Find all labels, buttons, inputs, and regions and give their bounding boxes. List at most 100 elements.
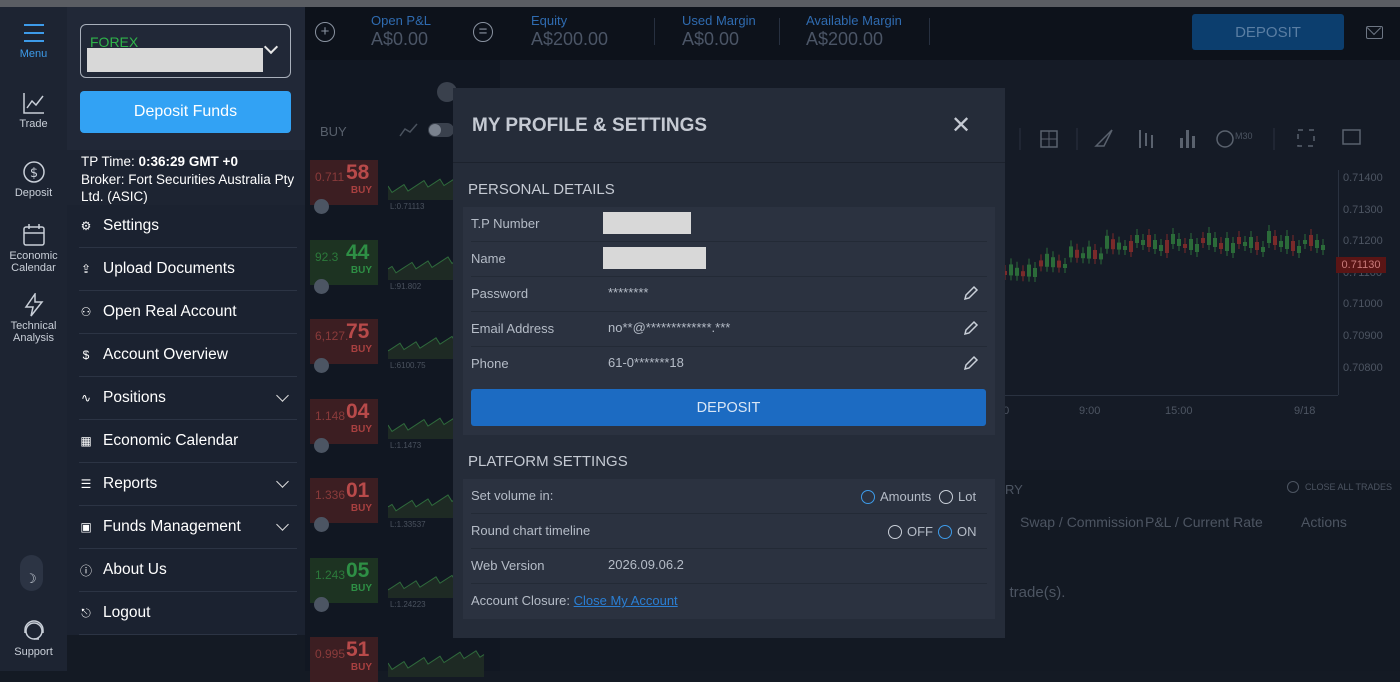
close-account-link[interactable]: Close My Account bbox=[574, 593, 678, 608]
email-value: no**@*************.*** bbox=[608, 320, 731, 335]
edit-pencil-icon[interactable] bbox=[963, 320, 979, 336]
setting-label: Web Version bbox=[471, 558, 545, 573]
menu-item-label: Open Real Account bbox=[103, 303, 237, 320]
radio-lot[interactable]: Lot bbox=[939, 489, 976, 504]
candle-body bbox=[1195, 244, 1199, 252]
menu-item-upload-documents[interactable]: ⇪ Upload Documents bbox=[79, 248, 297, 291]
candle-body bbox=[1117, 242, 1121, 250]
quote-side: BUY bbox=[350, 662, 372, 673]
candle-body bbox=[1231, 243, 1235, 253]
radio-label: Lot bbox=[958, 489, 977, 504]
radio-on[interactable]: ON bbox=[938, 524, 977, 539]
close-all-label: CLOSE ALL TRADES bbox=[1305, 482, 1393, 492]
quote-side: BUY bbox=[350, 423, 372, 435]
quote-buy-button[interactable]: 0.995 51 BUY bbox=[310, 637, 378, 682]
quote-side: BUY bbox=[350, 582, 372, 594]
candle-body bbox=[1111, 239, 1115, 250]
candle-body bbox=[1093, 250, 1097, 259]
plus-icon[interactable]: + bbox=[315, 22, 335, 42]
setting-row-closure: Account Closure: Close My Account bbox=[471, 584, 987, 619]
radio-amounts[interactable]: Amounts bbox=[861, 489, 931, 504]
expand-chevron-icon[interactable] bbox=[314, 437, 329, 453]
rail-menu[interactable]: Menu bbox=[0, 21, 67, 60]
candle-body bbox=[1315, 240, 1319, 248]
deposit-funds-button[interactable]: Deposit Funds bbox=[80, 91, 291, 133]
menu-item-label: Reports bbox=[103, 475, 158, 492]
field-label: T.P Number bbox=[471, 216, 540, 231]
candle-body bbox=[1255, 242, 1259, 250]
candle-body bbox=[1189, 239, 1193, 250]
menu-item-positions[interactable]: ∿ Positions bbox=[79, 377, 297, 420]
candle-body bbox=[1291, 241, 1295, 251]
calendar-icon bbox=[22, 224, 45, 246]
menu-item-settings[interactable]: ⚙ Settings bbox=[79, 205, 297, 248]
menu-item-reports[interactable]: ☰ Reports bbox=[79, 463, 297, 506]
expand-chevron-icon[interactable] bbox=[314, 596, 329, 612]
quote-low: L:1.24223 bbox=[390, 599, 426, 609]
y-tick-label: 0.71000 bbox=[1343, 298, 1383, 311]
close-all-trades-button[interactable]: CLOSE ALL TRADES bbox=[1287, 481, 1392, 493]
redacted-tp-number bbox=[603, 212, 691, 234]
edit-pencil-icon[interactable] bbox=[963, 355, 979, 371]
expand-chevron-icon[interactable] bbox=[314, 358, 329, 373]
rail-support[interactable]: Support bbox=[0, 619, 67, 658]
top-deposit-button[interactable]: DEPOSIT bbox=[1192, 14, 1344, 50]
quote-side: BUY bbox=[350, 344, 372, 355]
menu-item-open-real-account[interactable]: ⚇ Open Real Account bbox=[79, 291, 297, 334]
equals-icon[interactable]: = bbox=[473, 22, 493, 42]
x-tick-label: 9/18 bbox=[1294, 405, 1316, 417]
menu-item-label: Account Overview bbox=[103, 346, 228, 363]
rail-deposit[interactable]: $ Deposit bbox=[0, 160, 67, 199]
candle-body bbox=[1135, 235, 1139, 243]
rail-technical-analysis[interactable]: Technical Analysis bbox=[0, 293, 67, 344]
radio-label: ON bbox=[957, 524, 977, 539]
menu-item-label: Funds Management bbox=[103, 518, 241, 535]
time-axis-line bbox=[1000, 395, 1338, 396]
rail-economic-calendar[interactable]: Economic Calendar bbox=[0, 223, 67, 274]
quote-big: 01 bbox=[346, 479, 370, 502]
chart-toggle-icon[interactable] bbox=[399, 122, 419, 138]
modal-deposit-button[interactable]: DEPOSIT bbox=[471, 389, 986, 426]
rail-trade[interactable]: Trade bbox=[0, 91, 67, 130]
quote-buy-button[interactable]: 1.243 05 BUY bbox=[310, 557, 378, 603]
quote-buy-button[interactable]: 92.3 44 BUY bbox=[310, 239, 378, 285]
candle-body bbox=[1081, 253, 1085, 259]
quote-small: 0.711 bbox=[315, 170, 345, 184]
menu-item-account-overview[interactable]: $ Account Overview bbox=[79, 334, 297, 377]
open-pl-label: Open P&L bbox=[371, 13, 431, 28]
menu-item-about-us[interactable]: ⓘ About Us bbox=[79, 549, 297, 592]
candle-body bbox=[1021, 271, 1025, 277]
edit-pencil-icon[interactable] bbox=[963, 285, 979, 301]
chevron-down-icon[interactable] bbox=[276, 475, 289, 488]
candle-body bbox=[1063, 264, 1067, 268]
candle-body bbox=[1129, 241, 1133, 252]
expand-chevron-icon[interactable] bbox=[314, 278, 329, 294]
candle-body bbox=[1009, 264, 1013, 276]
view-toggle[interactable] bbox=[428, 123, 454, 137]
radio-off[interactable]: OFF bbox=[888, 524, 933, 539]
menu-item-economic-calendar[interactable]: ▦ Economic Calendar bbox=[79, 420, 297, 463]
equity-value: A$200.00 bbox=[531, 29, 609, 49]
candle-body bbox=[1183, 244, 1187, 248]
menu-item-funds-management[interactable]: ▣ Funds Management bbox=[79, 506, 297, 549]
candle-body bbox=[1057, 260, 1061, 268]
expand-chevron-icon[interactable] bbox=[314, 199, 329, 214]
quote-low: L:0.71113 bbox=[390, 202, 425, 211]
quote-buy-button[interactable]: 1.148 04 BUY bbox=[310, 398, 378, 444]
available-margin-stat: Available Margin A$200.00 bbox=[806, 13, 902, 50]
candle-body bbox=[1105, 235, 1109, 249]
mail-icon[interactable] bbox=[1366, 26, 1383, 39]
profile-settings-modal: MY PROFILE & SETTINGS ✕ PERSONAL DETAILS… bbox=[453, 88, 1005, 638]
chevron-down-icon[interactable] bbox=[276, 389, 289, 402]
radio-circle bbox=[888, 524, 902, 539]
account-selector[interactable]: FOREX bbox=[80, 24, 291, 78]
candle-body bbox=[1279, 241, 1283, 247]
menu-item-logout[interactable]: ⎋ Logout bbox=[79, 592, 297, 635]
web-version-value: 2026.09.06.2 bbox=[608, 557, 684, 572]
used-margin-value: A$0.00 bbox=[682, 29, 740, 49]
close-icon[interactable]: ✕ bbox=[951, 114, 971, 138]
expand-chevron-icon[interactable] bbox=[314, 517, 329, 532]
chevron-down-icon[interactable] bbox=[276, 518, 289, 531]
theme-toggle[interactable]: ☽ bbox=[20, 555, 43, 591]
password-value: ******** bbox=[608, 285, 649, 300]
